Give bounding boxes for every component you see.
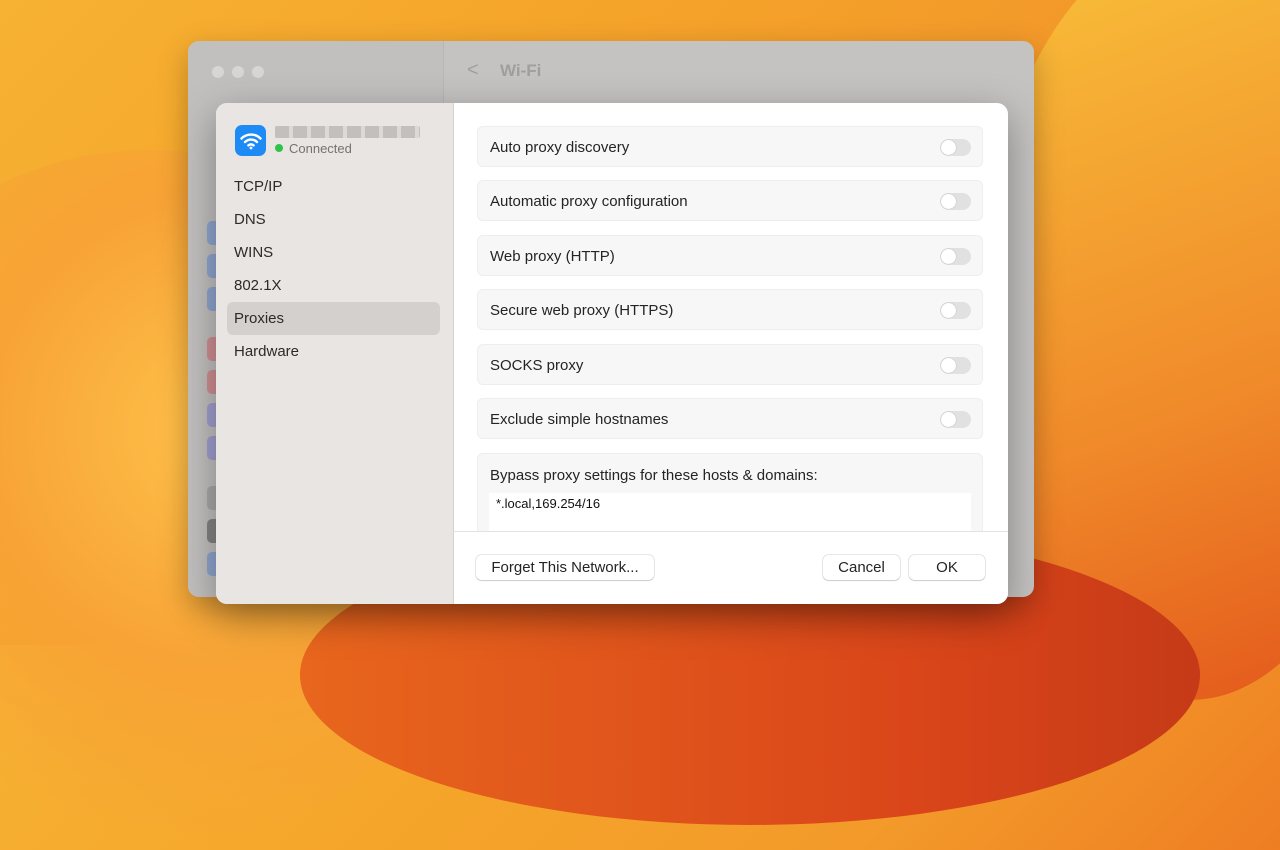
- proxy-label: Web proxy (HTTP): [490, 248, 615, 265]
- toggle-knob: [941, 140, 956, 155]
- network-details-sheet: Connected TCP/IP DNS WINS 802.1X Proxies…: [216, 103, 1008, 604]
- zoom-window-button[interactable]: [252, 66, 264, 78]
- toggle-knob: [941, 249, 956, 264]
- sidebar-item-dns[interactable]: DNS: [227, 203, 440, 236]
- proxy-row: Secure web proxy (HTTPS): [477, 289, 983, 330]
- back-chevron-icon[interactable]: <: [467, 59, 479, 82]
- socks-proxy-toggle[interactable]: [940, 357, 971, 374]
- bypass-label: Bypass proxy settings for these hosts & …: [490, 467, 818, 484]
- forget-network-button[interactable]: Forget This Network...: [476, 555, 654, 580]
- auto-proxy-discovery-toggle[interactable]: [940, 139, 971, 156]
- ok-button[interactable]: OK: [909, 555, 985, 580]
- proxy-row: Auto proxy discovery: [477, 126, 983, 167]
- proxy-row: Automatic proxy configuration: [477, 180, 983, 221]
- toggle-knob: [941, 358, 956, 373]
- wifi-icon: [235, 125, 266, 156]
- proxy-label: Secure web proxy (HTTPS): [490, 302, 674, 319]
- proxy-label: SOCKS proxy: [490, 357, 584, 374]
- connection-status: Connected: [289, 140, 352, 156]
- toggle-knob: [941, 303, 956, 318]
- sidebar-item-proxies[interactable]: Proxies: [227, 302, 440, 335]
- web-proxy-http-toggle[interactable]: [940, 248, 971, 265]
- sidebar-item-8021x[interactable]: 802.1X: [227, 269, 440, 302]
- proxy-label: Auto proxy discovery: [490, 139, 630, 156]
- bypass-hosts-input[interactable]: *.local,169.254/16: [489, 493, 971, 532]
- cancel-button[interactable]: Cancel: [823, 555, 900, 580]
- toggle-knob: [941, 412, 956, 427]
- exclude-simple-hostnames-toggle[interactable]: [940, 411, 971, 428]
- network-name-blurred: [275, 125, 420, 138]
- sidebar-item-tcpip[interactable]: TCP/IP: [227, 170, 440, 203]
- proxy-row: Exclude simple hostnames: [477, 398, 983, 439]
- proxy-label: Automatic proxy configuration: [490, 193, 688, 210]
- sidebar-item-hardware[interactable]: Hardware: [227, 335, 440, 368]
- network-header: Connected: [235, 125, 420, 156]
- window-title: Wi-Fi: [500, 61, 542, 80]
- automatic-proxy-configuration-toggle[interactable]: [940, 193, 971, 210]
- proxy-label: Exclude simple hostnames: [490, 411, 669, 428]
- sidebar-item-wins[interactable]: WINS: [227, 236, 440, 269]
- sheet-footer: Forget This Network... Cancel OK: [454, 531, 1008, 604]
- proxies-pane: Auto proxy discovery Automatic proxy con…: [454, 103, 1008, 532]
- window-controls: [212, 66, 264, 78]
- connected-status-dot: [275, 144, 283, 152]
- sheet-nav: TCP/IP DNS WINS 802.1X Proxies Hardware: [227, 170, 440, 368]
- proxy-row: SOCKS proxy: [477, 344, 983, 385]
- sheet-sidebar: Connected TCP/IP DNS WINS 802.1X Proxies…: [216, 103, 454, 604]
- toggle-knob: [941, 194, 956, 209]
- bypass-section: Bypass proxy settings for these hosts & …: [477, 453, 983, 532]
- close-window-button[interactable]: [212, 66, 224, 78]
- minimize-window-button[interactable]: [232, 66, 244, 78]
- proxy-row: Web proxy (HTTP): [477, 235, 983, 276]
- secure-web-proxy-https-toggle[interactable]: [940, 302, 971, 319]
